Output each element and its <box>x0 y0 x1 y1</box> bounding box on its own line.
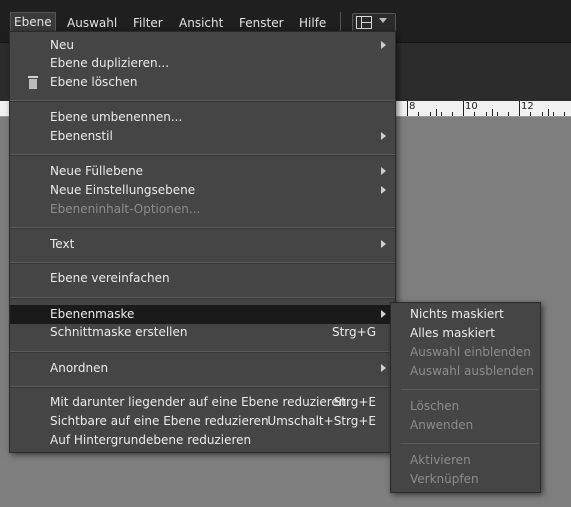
submenu-separator <box>401 443 538 444</box>
menu-hilfe[interactable]: Hilfe <box>299 15 326 31</box>
menu-item-label: Ebene umbenennen... <box>50 110 183 124</box>
shortcut-label: Strg+E <box>333 395 376 409</box>
ruler-tick <box>441 112 442 116</box>
menu-item-label: Neu <box>50 38 74 52</box>
menu-item-label: Ebenenstil <box>50 129 113 143</box>
submenu-arrow-icon <box>381 132 386 140</box>
menu-item-label: Ebene löschen <box>50 75 138 89</box>
menu-item-label: Auf Hintergrundebene reduzieren <box>50 433 252 447</box>
submenu-arrow-icon <box>381 41 386 49</box>
layout-grid-icon <box>356 16 372 29</box>
menu-fenster[interactable]: Fenster <box>239 15 284 31</box>
menu-separator <box>10 262 395 264</box>
menu-item-ebenenstil[interactable]: Ebenenstil <box>10 127 395 146</box>
menu-item-mit-darunter-reduzieren[interactable]: Mit darunter liegender auf eine Ebene re… <box>10 393 395 412</box>
menu-item-label: Ebeneninhalt-Optionen... <box>50 202 201 216</box>
submenu-item-nichts-maskiert[interactable]: Nichts maskiert <box>391 305 540 324</box>
menu-item-sichtbare-reduzieren[interactable]: Sichtbare auf eine Ebene reduzieren Umsc… <box>10 412 395 431</box>
menu-item-ebene-duplizieren[interactable]: Ebene duplizieren... <box>10 54 395 73</box>
submenu-arrow-icon <box>381 364 386 372</box>
menu-separator <box>10 227 395 229</box>
menu-item-anordnen[interactable]: Anordnen <box>10 359 395 378</box>
menu-item-neue-einstellungsebene[interactable]: Neue Einstellungsebene <box>10 181 395 200</box>
menu-separator <box>10 154 395 156</box>
menu-ansicht[interactable]: Ansicht <box>179 15 223 31</box>
menu-item-label: Mit darunter liegender auf eine Ebene re… <box>50 395 347 409</box>
menu-item-label: Schnittmaske erstellen <box>50 325 188 339</box>
submenu-item-label: Verknüpfen <box>410 472 479 486</box>
ruler-tick <box>542 112 543 116</box>
ruler-tick <box>486 112 487 116</box>
submenu-item-label: Aktivieren <box>410 453 471 467</box>
shortcut-label: Umschalt+Strg+E <box>267 414 376 428</box>
ruler-tick <box>497 112 498 116</box>
menu-item-ebenenmaske[interactable]: Ebenenmaske <box>10 305 395 324</box>
trash-icon <box>27 76 39 89</box>
ruler-label: 8 <box>409 101 416 112</box>
menu-item-label: Neue Einstellungsebene <box>50 183 196 197</box>
chevron-down-icon <box>379 18 387 23</box>
ruler-tick <box>407 101 408 116</box>
ruler-tick <box>452 112 453 116</box>
ruler-tick <box>564 112 565 116</box>
submenu-item-label: Löschen <box>410 399 460 413</box>
menu-item-hintergrundebene-reduzieren[interactable]: Auf Hintergrundebene reduzieren <box>10 431 395 450</box>
submenu-arrow-icon <box>381 240 386 248</box>
submenu-item-label: Auswahl einblenden <box>410 345 531 359</box>
ruler-label: 12 <box>521 101 534 112</box>
submenu-arrow-icon <box>381 310 386 318</box>
ruler-tick <box>519 101 520 116</box>
submenu-separator <box>401 389 538 390</box>
menu-item-schnittmaske-erstellen[interactable]: Schnittmaske erstellen Strg+G <box>10 323 395 342</box>
menu-item-label: Ebene vereinfachen <box>50 271 170 285</box>
ruler-tick <box>436 109 437 116</box>
menu-ebene[interactable]: Ebene <box>10 12 56 33</box>
submenu-item-label: Anwenden <box>410 418 474 432</box>
menu-separator <box>10 297 395 299</box>
menu-item-label: Neue Füllebene <box>50 164 144 178</box>
menu-item-ebene-vereinfachen[interactable]: Ebene vereinfachen <box>10 269 395 288</box>
ebenenmaske-submenu: Nichts maskiert Alles maskiert Auswahl e… <box>390 302 541 493</box>
submenu-arrow-icon <box>381 186 386 194</box>
submenu-arrow-icon <box>381 167 386 175</box>
submenu-item-loeschen: Löschen <box>391 397 540 416</box>
ruler-tick <box>548 109 549 116</box>
menu-item-ebeneninhalt-optionen: Ebeneninhalt-Optionen... <box>10 200 395 219</box>
submenu-item-label: Nichts maskiert <box>410 307 504 321</box>
menu-item-label: Sichtbare auf eine Ebene reduzieren <box>50 414 269 428</box>
ruler-tick <box>553 112 554 116</box>
menu-item-label: Ebene duplizieren... <box>50 56 170 70</box>
menu-item-text[interactable]: Text <box>10 235 395 254</box>
menu-item-neue-fuellebene[interactable]: Neue Füllebene <box>10 162 395 181</box>
menu-item-ebene-loeschen[interactable]: Ebene löschen <box>10 73 395 92</box>
menu-item-neu[interactable]: Neu <box>10 36 395 55</box>
shortcut-label: Strg+G <box>331 325 376 339</box>
submenu-item-label: Alles maskiert <box>410 326 495 340</box>
menubar-divider <box>340 12 341 32</box>
ruler-tick <box>492 109 493 116</box>
ruler-tick <box>418 112 419 116</box>
workspace-layout-button[interactable] <box>352 13 396 33</box>
menu-separator <box>10 351 395 353</box>
menu-item-label: Anordnen <box>50 361 109 375</box>
menu-item-label: Text <box>50 237 75 251</box>
menu-separator <box>10 100 395 102</box>
submenu-item-auswahl-ausblenden: Auswahl ausblenden <box>391 362 540 381</box>
menu-item-label: Ebenenmaske <box>50 307 135 321</box>
submenu-item-label: Auswahl ausblenden <box>410 364 534 378</box>
menu-separator <box>10 386 395 388</box>
submenu-item-auswahl-einblenden: Auswahl einblenden <box>391 343 540 362</box>
menu-auswahl[interactable]: Auswahl <box>67 15 117 31</box>
submenu-item-aktivieren: Aktivieren <box>391 451 540 470</box>
menu-filter[interactable]: Filter <box>133 15 163 31</box>
ruler-tick <box>430 112 431 116</box>
ruler-label: 10 <box>465 101 478 112</box>
menu-item-ebene-umbenennen[interactable]: Ebene umbenennen... <box>10 108 395 127</box>
ruler-tick <box>463 101 464 116</box>
ruler-tick <box>508 112 509 116</box>
submenu-item-anwenden: Anwenden <box>391 416 540 435</box>
ebene-menu: Neu Ebene duplizieren... Ebene löschen E… <box>9 31 396 453</box>
submenu-item-verknuepfen: Verknüpfen <box>391 470 540 489</box>
submenu-item-alles-maskiert[interactable]: Alles maskiert <box>391 324 540 343</box>
